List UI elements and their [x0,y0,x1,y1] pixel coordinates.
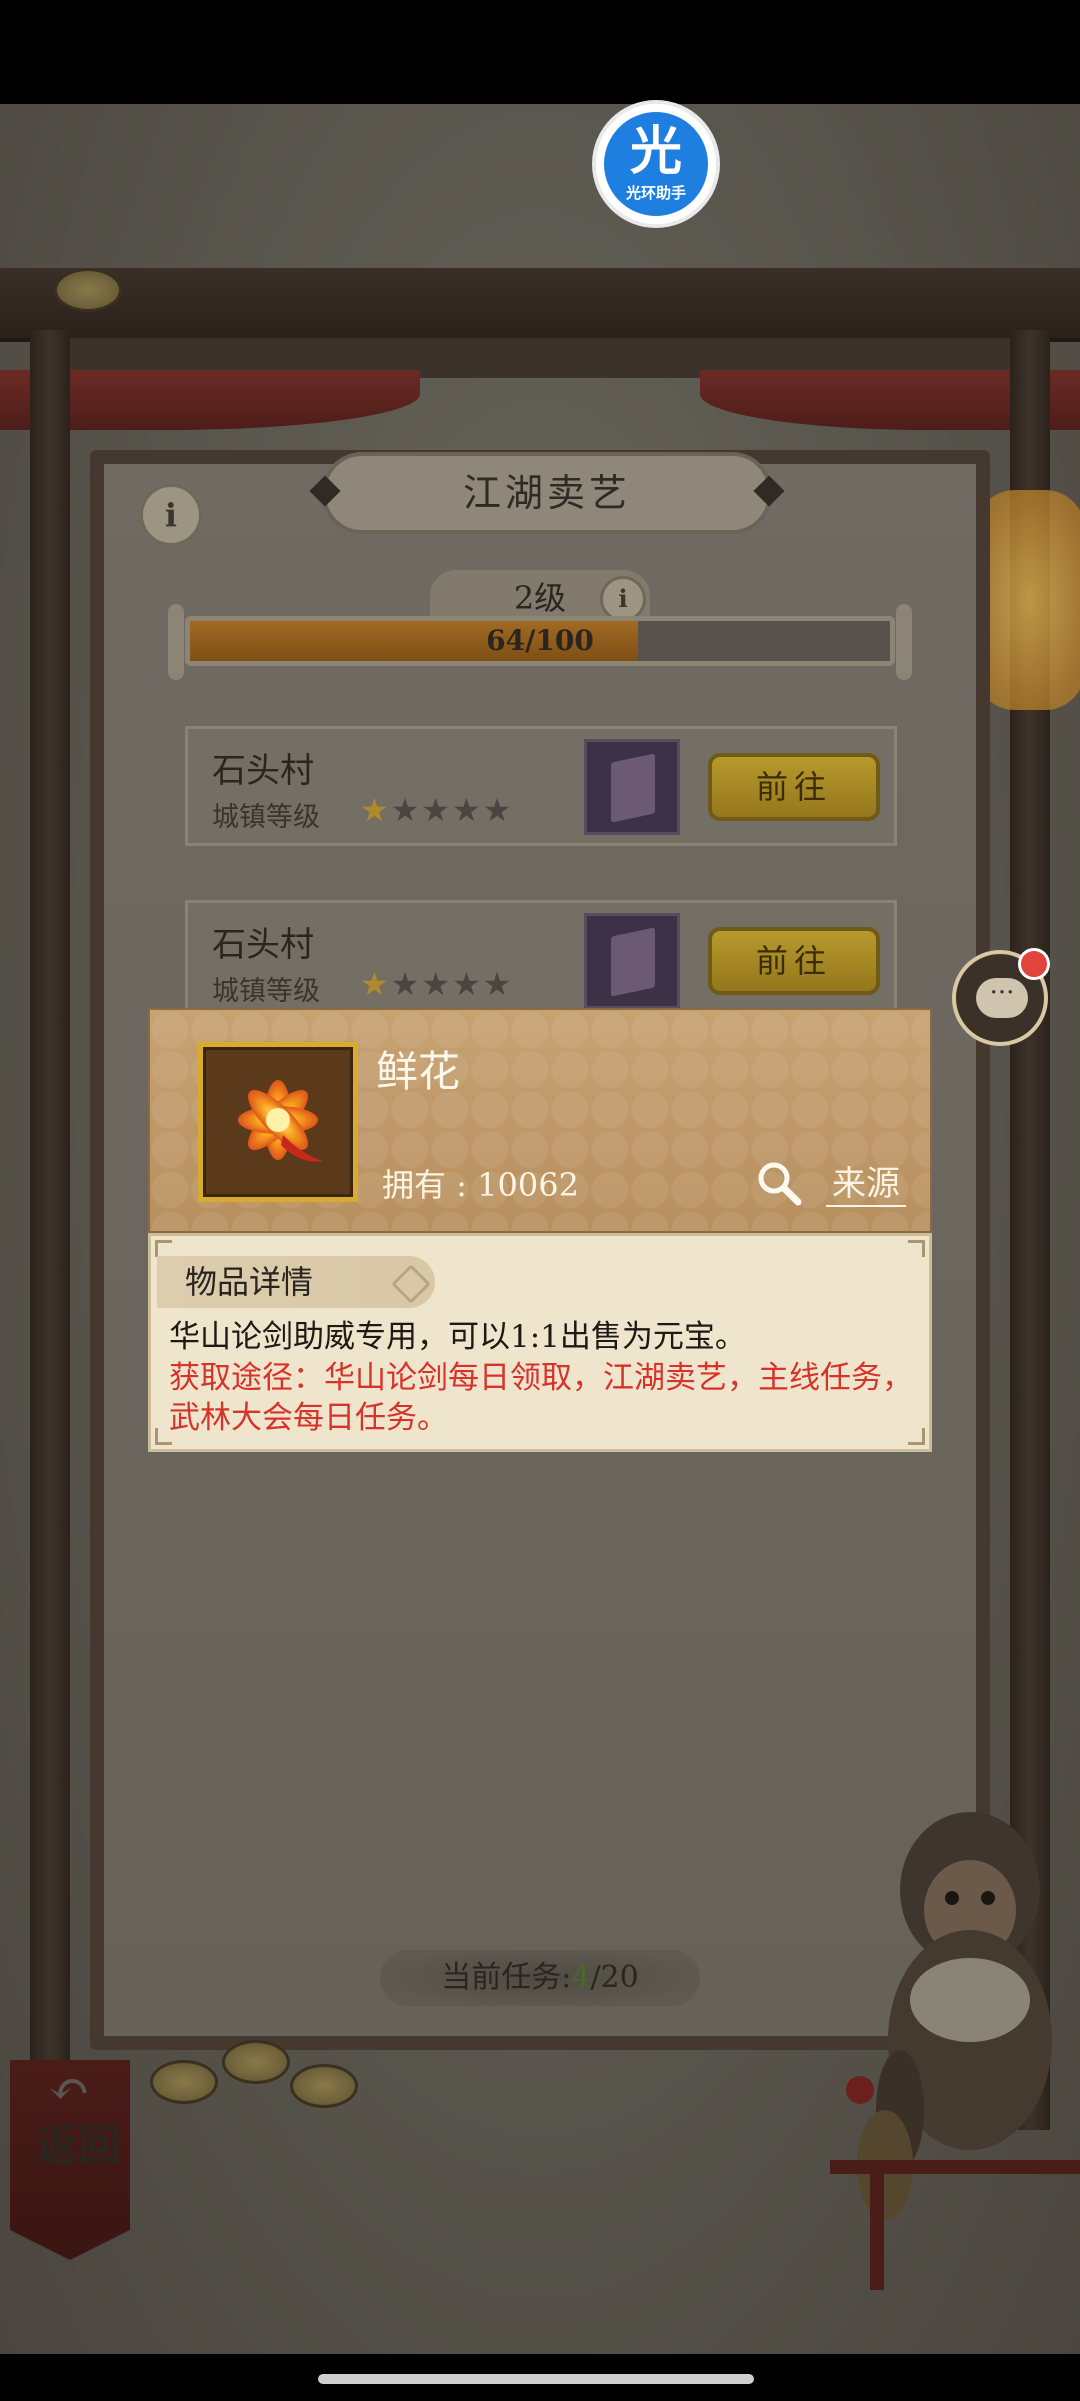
town-level-label: 城镇等级 [212,976,320,1007]
detail-tab-label: 物品详情 [185,1263,314,1301]
task-total: /20 [590,1960,639,1995]
assistant-float-button[interactable]: 光 光环助手 [596,104,716,224]
item-header: 鲜花 拥有 : 10062 来源 [148,1008,932,1233]
page-title-text: 江湖卖艺 [462,471,631,515]
chat-bubble-icon: ··· [976,978,1028,1018]
corner-ornament [155,1240,172,1257]
home-indicator[interactable] [318,2374,754,2384]
scroll-end-left [168,604,184,680]
status-bar [0,0,1080,104]
progress-text: 64/100 [486,624,594,657]
search-icon[interactable] [754,1158,804,1208]
chat-button[interactable]: ··· [952,948,1050,1046]
top-beam [0,268,1080,342]
coin-decoration [150,2060,218,2104]
acquire-methods: 获取途径：华山论剑每日领取，江湖卖艺，主线任务，武林大会每日任务。 [169,1360,913,1436]
current-task-counter: 当前任务:4/20 [380,1950,700,2006]
level-progress-bar: 64/100 [185,616,895,666]
assistant-label: 光环助手 [625,184,686,202]
info-icon[interactable]: i [140,484,202,546]
star-rating: ★★★★★ [360,791,514,829]
detail-tab: 物品详情 [157,1256,435,1308]
task-row: 石头村 城镇等级 ★★★★★ 前往 [185,900,897,1020]
coin-decoration [290,2064,358,2108]
corner-ornament [908,1240,925,1257]
go-button[interactable]: 前往 [708,927,880,995]
lantern-decoration [975,490,1080,710]
task-label: 当前任务: [441,1960,572,1995]
item-icon-frame [198,1042,358,1202]
task-current: 4 [571,1960,591,1995]
monkey-character [830,1812,1080,2290]
source-link[interactable]: 来源 [826,1156,906,1207]
book-icon [584,739,680,835]
coin-decoration [54,268,122,312]
coin-decoration [222,2040,290,2084]
page-title: 江湖卖艺 [309,452,785,534]
post-left [30,330,70,2130]
item-description: 华山论剑助威专用，可以1:1出售为元宝。 [169,1319,746,1355]
town-name: 石头村 [212,925,314,965]
notification-dot [1018,948,1050,980]
go-button[interactable]: 前往 [708,753,880,821]
assistant-glyph: 光 [629,122,682,182]
item-detail-body: 物品详情 华山论剑助威专用，可以1:1出售为元宝。 获取途径：华山论剑每日领取，… [148,1233,932,1452]
assistant-logo-icon: 光 光环助手 [604,112,708,216]
town-name: 石头村 [212,751,314,791]
knot-ornament [391,1264,431,1304]
owned-count: 拥有 : 10062 [382,1166,579,1204]
item-detail-popup: 鲜花 拥有 : 10062 来源 物品详情 华山论剑助威专用，可以1:1出售为元… [148,1008,932,1452]
back-label: 返回 [36,2121,121,2170]
town-level-label: 城镇等级 [212,802,320,833]
flower-icon [238,1080,323,1162]
item-name: 鲜花 [376,1047,461,1096]
scroll-end-right [896,604,912,680]
level-label: 2级 [513,579,567,617]
task-row: 石头村 城镇等级 ★★★★★ 前往 [185,726,897,846]
book-icon [584,913,680,1009]
star-rating: ★★★★★ [360,965,514,1003]
back-arrow-icon: ↶ [48,2060,90,2118]
